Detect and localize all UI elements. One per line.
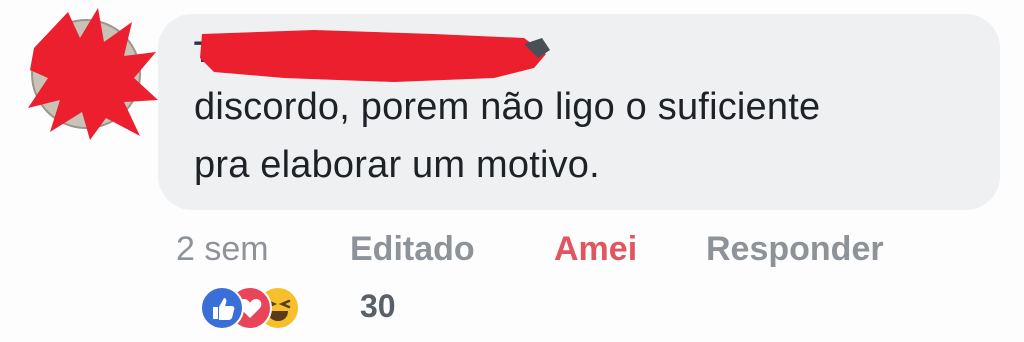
like-icon — [200, 286, 244, 330]
reaction-count: 30 — [360, 288, 396, 324]
edited-label[interactable]: Editado — [350, 230, 475, 269]
comment-text-line-2: pra elaborar um motivo. — [194, 144, 600, 186]
love-reaction-button[interactable]: Amei — [554, 230, 637, 269]
redacted-name-icon — [200, 30, 550, 82]
reply-button[interactable]: Responder — [706, 230, 884, 269]
comment-text-line-1: discordo, porem não ligo o suficiente — [194, 86, 821, 128]
comment-screenshot: T discordo, porem não ligo o suficiente … — [0, 0, 1024, 342]
avatar[interactable] — [28, 8, 160, 140]
reactions-summary[interactable]: 30 — [200, 286, 420, 330]
timestamp[interactable]: 2 sem — [176, 230, 269, 269]
author-name[interactable]: T — [194, 28, 554, 84]
redacted-avatar-icon — [28, 8, 158, 140]
